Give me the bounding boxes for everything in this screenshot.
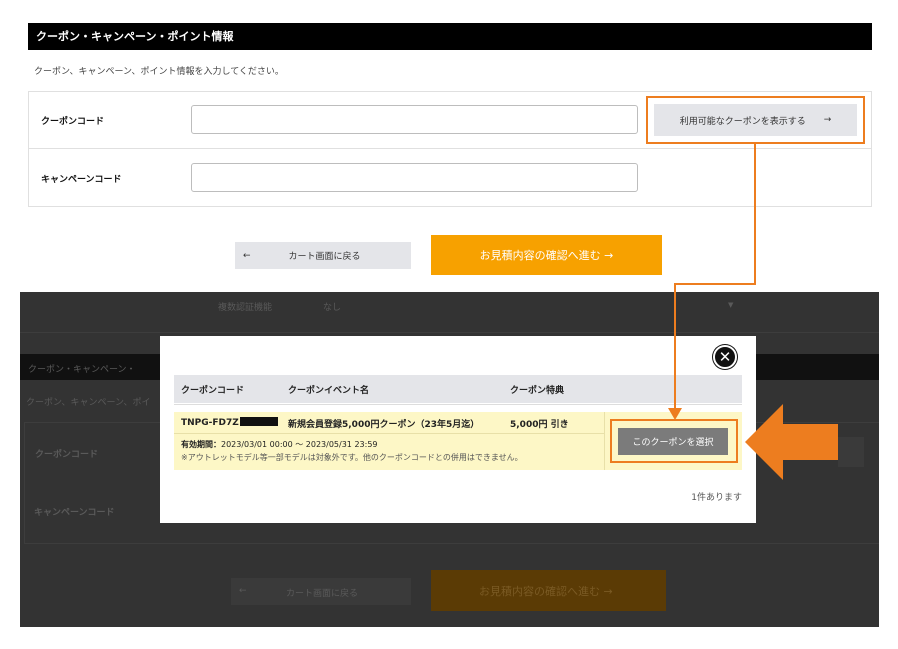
bg-show-button: [838, 437, 864, 467]
validity-value: 2023/03/01 00:00 ～ 2023/05/31 23:59: [221, 440, 378, 449]
form-row-divider: [28, 148, 872, 149]
coupon-table-header: クーポンコード クーポンイベント名 クーポン特典: [174, 375, 742, 403]
validity-period: 有効期間：2023/03/01 00:00 ～ 2023/05/31 23:59: [181, 439, 378, 450]
bg-divider: [20, 332, 879, 333]
bg-description: クーポン、キャンペーン、ポイ: [26, 398, 151, 408]
connector-line-horizontal: [674, 283, 756, 285]
select-coupon-button[interactable]: このクーポンを選択: [618, 428, 728, 455]
show-coupons-label: 利用可能なクーポンを表示する: [679, 116, 806, 127]
section-header: クーポン・キャンペーン・ポイント情報: [28, 23, 872, 50]
bg-header-title: クーポン・キャンペーン・: [28, 365, 136, 375]
coupon-code-text: TNPG-FD7Z: [181, 418, 239, 428]
event-name-cell: 新規会員登録5,000円クーポン（23年5月迄）: [288, 420, 480, 430]
row-inner-divider: [174, 433, 604, 434]
bg-next-button: お見積内容の確認へ進む →: [431, 570, 666, 611]
section-description: クーポン、キャンペーン、ポイント情報を入力してください。: [34, 67, 284, 77]
coupon-code-cell: TNPG-FD7Z: [181, 417, 278, 428]
connector-line-down: [674, 283, 676, 411]
bg-arrow-left-icon: ←: [239, 586, 247, 596]
coupon-code-label: クーポンコード: [41, 117, 105, 127]
benefit-cell: 5,000円 引き: [510, 420, 569, 430]
redaction-bar: [239, 417, 278, 426]
bg-dropdown-icon: ▼: [728, 301, 734, 309]
row-vertical-divider: [604, 412, 605, 470]
connector-line-vertical: [754, 144, 756, 284]
bg-next-label: お見積内容の確認へ進む →: [479, 585, 613, 598]
bg-auth-value: なし: [323, 303, 342, 313]
col-benefit: クーポン特典: [510, 386, 565, 396]
bg-back-button: ← カート画面に戻る: [231, 578, 411, 605]
connector-arrowhead-icon: [668, 408, 682, 420]
arrow-left-icon: ←: [243, 250, 251, 261]
back-to-cart-button[interactable]: ← カート画面に戻る: [235, 242, 411, 269]
arrow-right-icon: →: [823, 115, 832, 125]
campaign-code-label: キャンペーンコード: [41, 175, 122, 185]
proceed-to-confirmation-button[interactable]: お見積内容の確認へ進む →: [431, 235, 662, 275]
coupon-note: ※アウトレットモデル等一部モデルは対象外です。他のクーポンコードとの併用はできま…: [181, 453, 523, 462]
validity-label: 有効期間：: [181, 440, 221, 449]
bg-back-label: カート画面に戻る: [286, 589, 359, 599]
bg-campaign-label: キャンペーンコード: [34, 508, 115, 518]
result-count: 1件あります: [691, 493, 742, 503]
close-icon[interactable]: ✕: [713, 345, 737, 369]
col-coupon-code: クーポンコード: [181, 386, 245, 396]
pointer-arrow-icon: [745, 404, 838, 480]
col-event-name: クーポンイベント名: [288, 386, 370, 396]
campaign-code-input[interactable]: [191, 163, 638, 192]
bg-auth-label: 複数認証機能: [218, 303, 273, 313]
table-divider: [174, 404, 742, 405]
bg-coupon-label: クーポンコード: [35, 450, 99, 460]
show-available-coupons-button[interactable]: 利用可能なクーポンを表示する →: [654, 104, 857, 136]
coupon-code-input[interactable]: [191, 105, 638, 134]
back-to-cart-label: カート画面に戻る: [288, 252, 361, 262]
